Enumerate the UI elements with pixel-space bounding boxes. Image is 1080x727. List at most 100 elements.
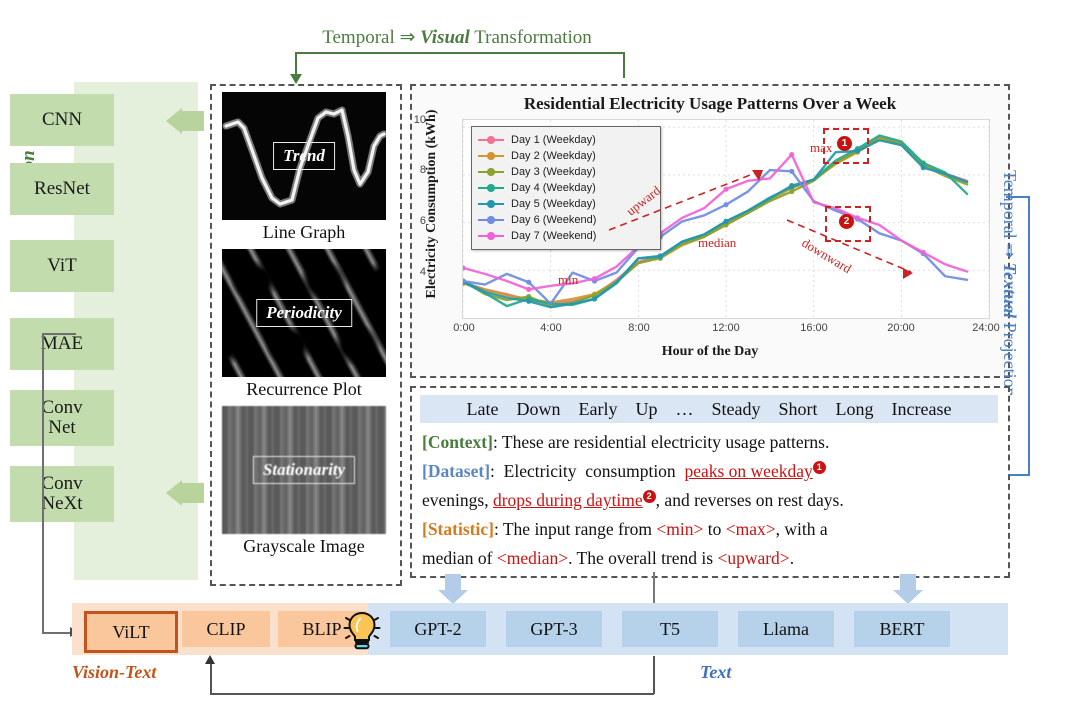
token: Short bbox=[778, 398, 818, 419]
chart-annotation-min: min bbox=[558, 272, 579, 287]
temporal-visual-arrowhead-icon bbox=[290, 74, 302, 84]
feedback-line-v-left bbox=[210, 662, 212, 694]
modality-caption-recurrence-plot: Recurrence Plot bbox=[246, 379, 362, 399]
legend-label: Day 7 (Weekend) bbox=[511, 230, 597, 242]
dataset-text-a: : Electricity consumption bbox=[490, 461, 685, 481]
model-vilt[interactable]: ViLT bbox=[84, 611, 178, 653]
model-gpt3[interactable]: GPT-3 bbox=[506, 611, 602, 647]
model-label: BERT bbox=[879, 618, 925, 639]
placeholder-min: <min> bbox=[656, 519, 704, 539]
vision-text-label: Vision-Text bbox=[72, 662, 157, 682]
model-t5[interactable]: T5 bbox=[622, 611, 718, 647]
model-gpt2[interactable]: GPT-2 bbox=[390, 611, 486, 647]
modality-tag-trend: Trend bbox=[273, 142, 335, 170]
chart-plot-area: Day 1 (Weekday) Day 2 (Weekday) Day 3 (W… bbox=[460, 119, 990, 319]
legend-item: Day 2 (Weekday) bbox=[478, 148, 654, 164]
vision-connector-h bbox=[42, 333, 76, 335]
model-label: BLIP bbox=[302, 618, 342, 639]
caption-suffix: Transformation bbox=[469, 27, 592, 48]
legend-swatch bbox=[478, 136, 504, 143]
vision-model-resnet[interactable]: ResNet bbox=[10, 163, 114, 215]
model-label: Llama bbox=[763, 618, 809, 639]
vision-model-convnext[interactable]: Conv NeXt bbox=[10, 466, 114, 522]
token: Long bbox=[835, 398, 874, 419]
vision-model-vit[interactable]: ViT bbox=[10, 240, 114, 292]
caption-emphasis: Visual bbox=[420, 27, 470, 48]
legend-label: Day 3 (Weekday) bbox=[511, 166, 596, 178]
feedback-line-v-right bbox=[653, 656, 655, 694]
dataset-line-1: [Dataset]: Electricity consumption peaks… bbox=[422, 461, 826, 481]
temporal-visual-caption: Temporal ⇒ Visual Transformation bbox=[222, 26, 692, 49]
placeholder-max: <max> bbox=[725, 519, 776, 539]
modality-card-grayscale-image: Stationarity Grayscale Image bbox=[222, 406, 386, 557]
textual-projection-panel: Late Down Early Up … Steady Short Long I… bbox=[410, 386, 1010, 578]
chart-legend: Day 1 (Weekday) Day 2 (Weekday) Day 3 (W… bbox=[471, 126, 661, 250]
model-label: ViLT bbox=[112, 621, 150, 642]
vision-model-label: MAE bbox=[40, 333, 84, 355]
vision-model-cnn[interactable]: CNN bbox=[10, 94, 114, 146]
statistic-text-d: median of bbox=[422, 548, 497, 568]
legend-swatch bbox=[478, 152, 504, 159]
model-llama[interactable]: Llama bbox=[738, 611, 834, 647]
temporal-visual-bracket bbox=[295, 52, 625, 78]
token: Down bbox=[516, 398, 561, 419]
statistic-text-e: . The overall trend is bbox=[568, 548, 718, 568]
chart-annotation-median: median bbox=[698, 235, 737, 250]
model-bert[interactable]: BERT bbox=[854, 611, 950, 647]
context-tag: [Context] bbox=[422, 432, 493, 452]
legend-item: Day 6 (Weekend) bbox=[478, 212, 654, 228]
model-label: GPT-3 bbox=[530, 618, 578, 639]
legend-item: Day 4 (Weekday) bbox=[478, 180, 654, 196]
dataset-badge-1: 1 bbox=[812, 461, 826, 474]
chart-x-tick: 0:00 bbox=[453, 322, 475, 334]
caption-prefix: Temporal ⇒ bbox=[322, 27, 421, 48]
legend-label: Day 1 (Weekday) bbox=[511, 134, 596, 146]
text-to-bert-arrow-icon bbox=[893, 574, 923, 604]
legend-swatch bbox=[478, 216, 504, 223]
language-models-row: ViLT CLIP BLIP GPT-2 GPT-3 T5 Llama BERT bbox=[72, 603, 1008, 655]
arrow-to-cnn-icon bbox=[166, 108, 204, 134]
placeholder-median: <median> bbox=[496, 548, 569, 568]
statistic-line-2: median of <median>. The overall trend is… bbox=[422, 548, 794, 568]
vision-model-mae[interactable]: MAE bbox=[10, 318, 114, 370]
legend-label: Day 2 (Weekday) bbox=[511, 150, 596, 162]
legend-swatch bbox=[478, 200, 504, 207]
model-clip[interactable]: CLIP bbox=[182, 611, 270, 647]
modality-caption-grayscale-image: Grayscale Image bbox=[243, 536, 365, 556]
model-label: CLIP bbox=[206, 618, 246, 639]
placeholder-upward: <upward> bbox=[717, 548, 790, 568]
token: Late bbox=[466, 398, 499, 419]
chart-x-tick: 8:00 bbox=[628, 322, 650, 334]
dataset-text-c: , and reverses on rest days. bbox=[655, 490, 844, 510]
legend-item: Day 7 (Weekend) bbox=[478, 228, 654, 244]
token: Early bbox=[578, 398, 618, 419]
chart-y-axis-label: Electricity Consumption (kWh) bbox=[424, 109, 439, 299]
legend-swatch bbox=[478, 184, 504, 191]
chart-x-tick: 12:00 bbox=[712, 322, 740, 334]
model-label: GPT-2 bbox=[414, 618, 462, 639]
legend-item: Day 3 (Weekday) bbox=[478, 164, 654, 180]
context-line: [Context]: These are residential electri… bbox=[422, 432, 830, 452]
vision-model-convnet[interactable]: Conv Net bbox=[10, 390, 114, 446]
token: Up bbox=[635, 398, 658, 419]
arrow-to-convnext-icon bbox=[166, 480, 204, 506]
context-text: : These are residential electricity usag… bbox=[492, 432, 830, 452]
modality-caption-line-graph: Line Graph bbox=[262, 222, 346, 242]
recurrence-plot-image: Periodicity bbox=[222, 249, 386, 377]
chart-x-tick: 16:00 bbox=[800, 322, 828, 334]
statistic-text-a: : The input range from bbox=[493, 519, 657, 539]
text-label: Text bbox=[700, 662, 732, 682]
modality-tag-periodicity: Periodicity bbox=[256, 299, 352, 327]
token-ellipsis: … bbox=[675, 398, 694, 419]
dataset-badge-2: 2 bbox=[642, 490, 656, 503]
feedback-line-h bbox=[210, 693, 654, 695]
model-label: T5 bbox=[660, 618, 680, 639]
modality-card-recurrence-plot: Periodicity Recurrence Plot bbox=[222, 249, 386, 400]
vision-model-label: ViT bbox=[47, 255, 77, 277]
dataset-text-b: evenings, bbox=[422, 490, 493, 510]
feedback-arrowhead-icon bbox=[205, 655, 215, 664]
legend-swatch bbox=[478, 232, 504, 239]
token-vocabulary-row: Late Down Early Up … Steady Short Long I… bbox=[420, 395, 998, 423]
statistic-line-1: [Statistic]: The input range from <min> … bbox=[422, 519, 828, 539]
chart-y-tick: 10 bbox=[413, 114, 426, 126]
